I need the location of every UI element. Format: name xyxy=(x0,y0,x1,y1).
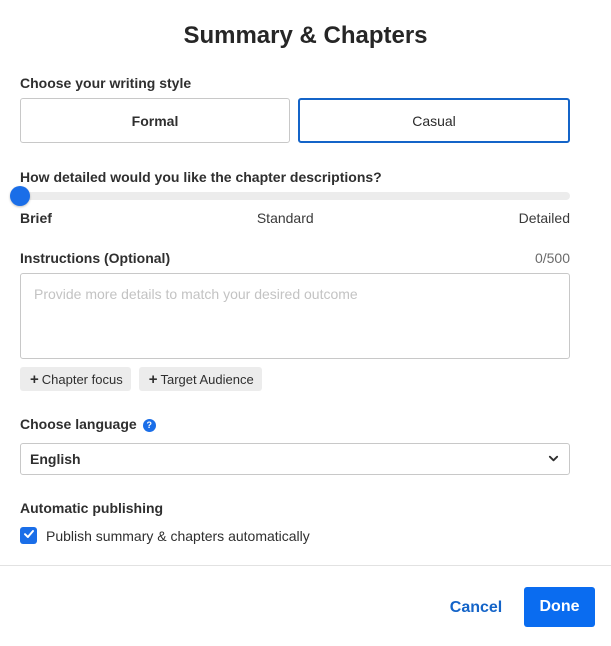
chapter-focus-chip[interactable]: + Chapter focus xyxy=(20,367,131,391)
detail-level-brief[interactable]: Brief xyxy=(20,210,52,226)
casual-style-button[interactable]: Casual xyxy=(298,98,570,143)
language-select[interactable]: English xyxy=(20,443,570,475)
detail-level-label: How detailed would you like the chapter … xyxy=(20,169,382,185)
instructions-input[interactable] xyxy=(20,273,570,359)
auto-publish-checkbox[interactable] xyxy=(20,527,37,544)
instruction-chips: + Chapter focus + Target Audience xyxy=(20,367,262,391)
chevron-down-icon xyxy=(548,451,559,467)
publishing-label: Automatic publishing xyxy=(20,500,164,516)
cancel-button[interactable]: Cancel xyxy=(440,590,512,626)
language-selected-value: English xyxy=(30,451,81,467)
footer-divider xyxy=(0,565,611,566)
detail-slider-track[interactable] xyxy=(20,192,570,200)
checkmark-icon xyxy=(23,527,35,545)
instructions-char-counter: 0/500 xyxy=(534,250,570,266)
writing-style-label: Choose your writing style xyxy=(20,75,192,91)
language-label: Choose language xyxy=(20,416,137,432)
detail-level-detailed[interactable]: Detailed xyxy=(519,210,570,226)
chip-label: Target Audience xyxy=(160,371,254,387)
detail-slider-thumb[interactable] xyxy=(10,186,30,206)
target-audience-chip[interactable]: + Target Audience xyxy=(138,367,262,391)
chip-label: Chapter focus xyxy=(41,371,123,387)
auto-publish-row: Publish summary & chapters automatically xyxy=(20,527,310,544)
writing-style-options: Formal Casual xyxy=(20,98,570,143)
detail-slider-labels: Brief Standard Detailed xyxy=(20,210,570,226)
done-button[interactable]: Done xyxy=(524,587,595,627)
formal-style-button[interactable]: Formal xyxy=(20,98,290,143)
dialog-title: Summary & Chapters xyxy=(183,22,428,49)
auto-publish-label[interactable]: Publish summary & chapters automatically xyxy=(46,528,310,544)
question-icon[interactable]: ? xyxy=(142,418,156,432)
detail-level-standard[interactable]: Standard xyxy=(257,210,314,226)
plus-icon: + xyxy=(30,370,39,388)
language-label-row: Choose language? xyxy=(20,416,156,432)
plus-icon: + xyxy=(148,370,158,388)
instructions-label: Instructions (Optional) xyxy=(20,250,171,266)
